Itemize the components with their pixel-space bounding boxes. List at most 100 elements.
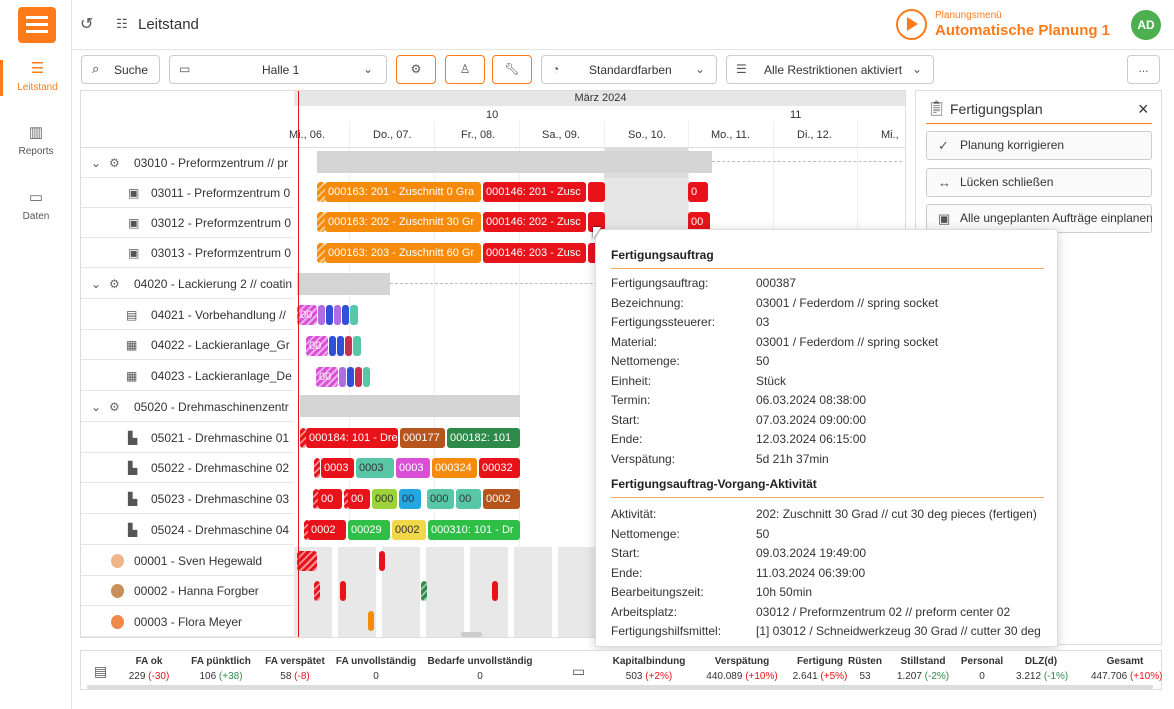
row-resource[interactable]: ▦ 04023 - Lackieranlage_De — [81, 361, 294, 391]
task-bar[interactable]: 0 — [688, 182, 708, 202]
task-bar[interactable]: 000146: 202 - Zusc — [483, 212, 586, 232]
task-bar[interactable]: 0002 — [308, 520, 346, 540]
row-resource[interactable]: ▦ 04022 - Lackieranlage_Gr — [81, 330, 294, 360]
task-bar[interactable] — [317, 182, 325, 202]
task-bar[interactable] — [353, 336, 361, 356]
task-bar[interactable]: 00 — [306, 336, 328, 356]
task-bar[interactable]: 000 — [372, 489, 397, 509]
task-bar[interactable] — [588, 182, 605, 202]
task-bar[interactable]: 0003 — [321, 458, 354, 478]
task-bar[interactable]: 000177 — [400, 428, 445, 448]
play-button[interactable] — [896, 9, 927, 40]
planning-menu-title[interactable]: Automatische Planung 1 — [935, 22, 1110, 39]
row-group[interactable]: ⌄ ⚙ 05020 - Drehmaschinenzentr — [81, 392, 294, 422]
task-bar[interactable] — [317, 212, 325, 232]
restrictions-select[interactable]: ☰ Alle Restriktionen aktiviert ⌄ — [726, 55, 934, 84]
row-resource[interactable]: ▣ 03013 - Preformzentrum 0 — [81, 238, 294, 268]
task-bar[interactable] — [492, 581, 498, 601]
task-bar[interactable]: 0002 — [483, 489, 520, 509]
row-person[interactable]: 00001 - Sven Hegewald — [81, 546, 294, 576]
task-bar[interactable]: 00 — [316, 367, 338, 387]
summary-bar[interactable] — [297, 273, 390, 295]
task-bar[interactable] — [340, 581, 346, 601]
task-bar[interactable] — [318, 305, 325, 325]
task-bar[interactable]: 00 — [297, 305, 317, 325]
task-bar[interactable]: 000184: 101 - Dre — [306, 428, 398, 448]
chevron-down-icon[interactable]: ⌄ — [91, 392, 101, 421]
history-icon[interactable]: ↺ — [80, 14, 93, 34]
task-bar[interactable]: 000310: 101 - Dr — [428, 520, 520, 540]
task-bar[interactable] — [314, 458, 320, 478]
row-resource[interactable]: ▙ 05023 - Drehmaschine 03 — [81, 484, 294, 514]
task-bar[interactable]: 000163: 201 - Zuschnitt 0 Gra — [325, 182, 481, 202]
task-bar[interactable]: 00029 — [348, 520, 390, 540]
task-bar[interactable] — [337, 336, 344, 356]
task-bar[interactable]: 000146: 201 - Zusc — [483, 182, 586, 202]
task-bar[interactable] — [355, 367, 362, 387]
task-bar[interactable] — [379, 551, 385, 571]
nav-item-daten[interactable]: ▭ Daten — [0, 189, 72, 225]
row-resource[interactable]: ▙ 05024 - Drehmaschine 04 — [81, 515, 294, 545]
tooltip-key: Bezeichnung: — [611, 295, 684, 310]
bar-chart-icon: ▥ — [28, 124, 44, 141]
chevron-down-icon[interactable]: ⌄ — [91, 148, 101, 177]
row-resource[interactable]: ▤ 04021 - Vorbehandlung // — [81, 300, 294, 330]
color-scheme-select[interactable]: ◔ Standardfarben ⌄ — [541, 55, 717, 84]
close-gaps-button[interactable]: ↔ Lücken schließen — [926, 168, 1152, 197]
task-bar[interactable] — [347, 367, 354, 387]
task-bar[interactable] — [314, 581, 320, 601]
row-resource[interactable]: ▙ 05022 - Drehmaschine 02 — [81, 453, 294, 483]
settings-button[interactable]: ⚙ — [396, 55, 436, 84]
row-resource[interactable]: ▣ 03012 - Preformzentrum 0 — [81, 208, 294, 238]
row-person[interactable]: 00003 - Flora Meyer — [81, 607, 294, 637]
task-bar[interactable] — [342, 305, 349, 325]
task-bar[interactable] — [339, 367, 346, 387]
more-button[interactable]: ... — [1127, 55, 1160, 84]
summary-bar[interactable] — [317, 151, 712, 173]
tools-button[interactable]: 🔧︎ — [492, 55, 532, 84]
task-bar[interactable]: 00 — [456, 489, 481, 509]
task-bar[interactable] — [329, 336, 336, 356]
task-bar[interactable]: 000182: 101 — [447, 428, 520, 448]
horizontal-scrollbar[interactable] — [461, 632, 482, 637]
task-bar[interactable]: 00 — [399, 489, 421, 509]
chevron-down-icon[interactable]: ⌄ — [91, 269, 101, 298]
task-bar[interactable]: 0003 — [356, 458, 394, 478]
task-bar[interactable]: 00 — [348, 489, 370, 509]
hall-select[interactable]: ▭ Halle 1 ⌄ — [169, 55, 387, 84]
close-icon[interactable]: × — [1138, 99, 1149, 120]
task-bar[interactable] — [297, 551, 317, 571]
task-bar[interactable] — [345, 336, 352, 356]
kpi-title: Rüsten — [848, 656, 882, 667]
nav-item-reports[interactable]: ▥ Reports — [0, 124, 72, 160]
task-bar[interactable] — [421, 581, 427, 601]
task-bar[interactable]: 0002 — [392, 520, 426, 540]
row-resource[interactable]: ▣ 03011 - Preformzentrum 0 — [81, 178, 294, 208]
task-bar[interactable]: 0003 — [396, 458, 430, 478]
row-resource[interactable]: ▙ 05021 - Drehmaschine 01 — [81, 423, 294, 453]
user-avatar[interactable]: AD — [1131, 10, 1161, 40]
summary-bar[interactable] — [300, 395, 520, 417]
task-bar[interactable]: 00032 — [479, 458, 520, 478]
person-filter-button[interactable]: ♙ — [445, 55, 485, 84]
task-bar[interactable] — [350, 305, 358, 325]
task-bar[interactable]: 000163: 203 - Zuschnitt 60 Gr — [325, 243, 481, 263]
correct-planning-button[interactable]: ✓ Planung korrigieren — [926, 131, 1152, 160]
task-bar[interactable]: 000163: 202 - Zuschnitt 30 Gr — [325, 212, 481, 232]
row-person[interactable]: 00002 - Hanna Forgber — [81, 576, 294, 606]
task-bar[interactable]: 000146: 203 - Zusc — [483, 243, 586, 263]
task-bar[interactable]: 000 — [427, 489, 454, 509]
search-button[interactable]: ⌕ Suche — [81, 55, 160, 84]
task-bar[interactable]: 000324 — [432, 458, 477, 478]
task-bar[interactable] — [363, 367, 370, 387]
app-logo[interactable] — [18, 7, 56, 43]
horizontal-scrollbar[interactable] — [87, 685, 1153, 689]
row-group[interactable]: ⌄ ⚙ 04020 - Lackierung 2 // coatin — [81, 269, 294, 299]
nav-item-leitstand[interactable]: ☰ Leitstand — [0, 60, 72, 96]
task-bar[interactable] — [368, 611, 374, 631]
task-bar[interactable] — [326, 305, 333, 325]
task-bar[interactable] — [334, 305, 341, 325]
task-bar[interactable] — [317, 243, 325, 263]
task-bar[interactable]: 00 — [318, 489, 342, 509]
row-group[interactable]: ⌄ ⚙ 03010 - Preformzentrum // pr — [81, 148, 294, 178]
